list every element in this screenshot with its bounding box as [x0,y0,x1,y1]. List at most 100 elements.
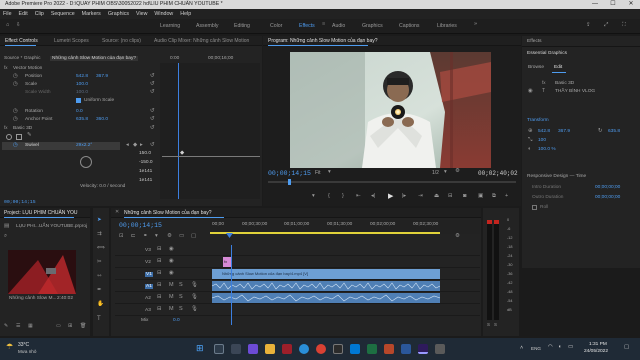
lift-icon[interactable]: ⏏ [434,193,439,200]
workspace-color[interactable]: Color [270,23,282,29]
excel-icon[interactable] [367,344,377,354]
track-label[interactable]: V1 [145,272,153,277]
fit-dropdown[interactable]: Fit [315,170,321,176]
workspace-assembly[interactable]: Assembly [196,23,219,29]
solo-left-button[interactable]: S [487,322,490,328]
program-scrub-bar[interactable] [268,181,516,183]
add-keyframe-icon[interactable]: ◆ [133,142,137,149]
keyframe-marker-icon[interactable]: ◆ [180,150,184,157]
program-playhead[interactable] [288,179,291,185]
app-icon[interactable] [282,344,292,354]
go-to-in-icon[interactable]: ⇤ [356,193,361,200]
notification-icon[interactable]: ▢ [624,344,629,351]
mark-in-icon[interactable]: { [328,193,330,200]
sync-lock-icon[interactable]: ⊟ [157,258,162,265]
sync-lock-icon[interactable]: ⊟ [157,294,162,301]
fx-icon[interactable]: fx [4,125,8,131]
track-select-icon[interactable]: ⇉ [97,231,102,238]
transform-opacity[interactable]: 100.0 % [538,147,556,152]
pen-mask-icon[interactable]: ✎ [27,132,32,139]
track-label[interactable]: A1 [145,284,153,289]
chrome-icon[interactable] [316,344,326,354]
comparison-view-icon[interactable]: ▣ [478,193,483,200]
fx-icon[interactable]: fx [4,65,8,71]
eye-icon[interactable]: ◉ [169,258,174,265]
nest-icon[interactable]: ⊡ [119,233,124,240]
clip-thumbnail[interactable] [8,250,76,294]
microphone-icon[interactable]: 🎙 [191,294,198,301]
keyframe-area[interactable] [160,63,260,199]
menu-edit[interactable]: Edit [19,11,28,17]
store-icon[interactable] [350,344,360,354]
menu-window[interactable]: Window [154,11,173,17]
eye-icon[interactable]: ◉ [528,88,533,95]
intro-duration-value[interactable]: 00;00;00;00 [595,185,620,190]
mute-icon[interactable]: M [169,282,174,289]
play-icon[interactable]: ▶ [388,193,393,200]
more-workspaces-icon[interactable]: » [474,21,477,28]
clip-v2-graphic[interactable]: fx [223,257,231,267]
clip-v1-video[interactable]: Những cảnh Slow Motion của đạn bay/4.mp4… [212,269,440,279]
volume-icon[interactable]: ◖ [558,344,561,351]
windows-start-icon[interactable]: ⊞ [196,343,206,353]
workspace-graphics[interactable]: Graphics [362,23,383,29]
import-icon[interactable]: ⇩ [16,22,21,29]
workspace-effects[interactable]: Effects [299,23,315,29]
menu-markers[interactable]: Markers [82,11,101,17]
solo-icon[interactable]: S [179,306,183,313]
menu-sequence[interactable]: Sequence [51,11,75,17]
transform-rotation[interactable]: 635.8 [608,129,620,134]
add-marker-icon[interactable]: ▾ [312,193,315,200]
position-x-value[interactable]: 542.8 [76,74,88,79]
powerpoint-icon[interactable] [384,344,394,354]
section-basic-3d[interactable]: Basic 3D [13,126,32,131]
sync-lock-icon[interactable]: ⊟ [157,246,162,253]
new-item-icon[interactable]: ⊞ [68,324,72,329]
premiere-pro-icon[interactable] [418,344,428,354]
position-y-value[interactable]: 367.9 [96,74,108,79]
timeline-settings-icon[interactable]: ⚙ [455,233,460,240]
workspace-audio[interactable]: Audio [332,23,345,29]
tab-effect-controls[interactable]: Effect Controls [5,38,38,44]
snap-icon[interactable]: ⊏ [131,233,136,240]
mute-icon[interactable]: M [169,294,174,301]
ellipse-mask-icon[interactable] [6,134,12,140]
time-ruler[interactable]: 00;00 00;00;30;00 00;01;00;00 00;01;30;0… [210,220,480,234]
mute-icon[interactable]: M [169,306,174,313]
menu-file[interactable]: File [3,11,12,17]
home-icon[interactable]: ⌂ [6,22,9,29]
captions-icon[interactable]: ▭ [179,233,184,240]
stopwatch-icon[interactable]: ◷ [13,81,18,88]
reset-icon[interactable]: ↺ [150,116,155,123]
reset-icon[interactable]: ↺ [150,108,155,115]
stopwatch-icon[interactable]: ◷ [13,116,18,123]
list-view-icon[interactable]: ☰ [16,324,20,329]
menu-help[interactable]: Help [180,11,191,17]
sync-lock-icon[interactable]: ⊟ [157,270,162,277]
maximize-button[interactable]: ☐ [604,0,622,9]
track-label[interactable]: A2 [145,296,151,301]
reset-icon[interactable]: ↺ [150,81,155,88]
timeline-playhead[interactable] [231,245,232,325]
program-title[interactable]: Program: Những cảnh Slow Motion của đạn … [268,38,378,44]
prev-keyframe-icon[interactable]: ◂ [126,142,129,149]
section-vector-motion[interactable]: Vector Motion [13,66,42,71]
workspace-learning[interactable]: Learning [160,23,180,29]
close-button[interactable]: ✕ [622,0,640,9]
tab-project[interactable]: Project: LỤU PHIM CHUẨN YOU [4,210,78,216]
extract-icon[interactable]: ⊟ [448,193,453,200]
razor-tool-icon[interactable]: ✂ [97,259,102,266]
weather-icon[interactable]: ☂ [6,343,13,351]
effects-tab[interactable]: Effects [527,39,542,44]
work-area-bar[interactable] [210,232,440,234]
clip-a1-audio[interactable] [211,281,441,291]
clock-time[interactable]: 1:31 PM [589,342,607,347]
file-explorer-icon[interactable] [265,344,275,354]
rotation-value[interactable]: 0.0 [76,109,83,114]
task-view-icon[interactable] [231,344,241,354]
swivel-dial[interactable] [80,156,92,168]
program-timecode[interactable]: 00;00;14;15 [268,170,311,177]
mix-value[interactable]: 0.0 [173,318,180,323]
fullscreen-icon[interactable]: ⛶ [622,22,626,29]
app-icon[interactable] [435,344,445,354]
